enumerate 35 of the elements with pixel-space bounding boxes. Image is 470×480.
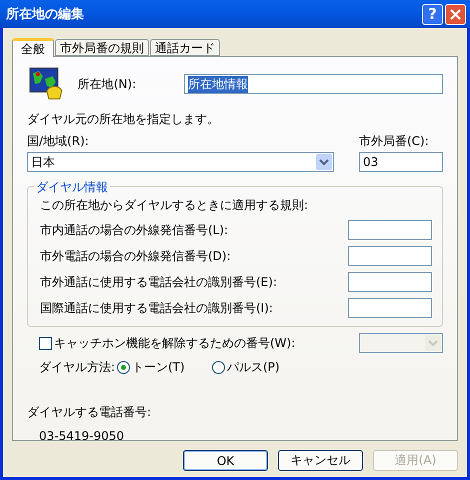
dial-method-label: ダイヤル方法: [39,359,116,376]
number-input[interactable] [348,272,432,292]
number-input[interactable] [348,298,432,318]
radio-label: トーン(T) [132,359,185,376]
radio-button[interactable] [212,361,225,374]
description-text: ダイヤル元の所在地を指定します。 [27,111,220,128]
field-label: 市内通話の場合の外線発信番号(L): [40,222,228,238]
number-input[interactable] [348,246,432,266]
area-code-label: 市外局番(C): [359,133,430,150]
location-input[interactable]: 所在地情報 [184,74,443,94]
field-label: 市外通話に使用する電話会社の識別番号(E): [40,274,277,290]
radio-button[interactable] [117,361,130,374]
tab[interactable]: 通話カード [150,39,220,56]
group-title: ダイヤル情報 [34,179,110,196]
rules-intro-text: この所在地からダイヤルするときに適用する規則: [40,197,310,214]
close-button[interactable] [445,4,466,24]
field-label: 国際通話に使用する電話会社の識別番号(I): [40,300,273,316]
globe-phone-icon [29,67,63,101]
dialog-button[interactable]: OK [183,450,268,471]
area-code-input[interactable]: 03 [359,152,443,172]
close-icon [450,8,461,20]
field-label: 市外電話の場合の外線発信番号(D): [40,248,231,264]
dialog-button[interactable]: キャンセル [278,450,363,471]
location-label: 所在地(N): [78,76,138,92]
window-title: 所在地の編集 [6,6,85,23]
call-waiting-label: キャッチホン機能を解除するための番号(W): [54,334,296,352]
tab[interactable]: 全般 [12,38,54,57]
country-dropdown[interactable]: 日本 [27,152,334,172]
number-input[interactable] [348,220,432,240]
radio-label: パルス(P) [227,359,280,376]
phone-number-text: 03-5419-9050 [39,429,126,443]
help-button[interactable]: ? [422,4,443,24]
phone-number-label: ダイヤルする電話番号: [27,404,152,421]
country-label: 国/地域(R): [27,133,90,150]
tab[interactable]: 市外局番の規則 [55,39,149,56]
